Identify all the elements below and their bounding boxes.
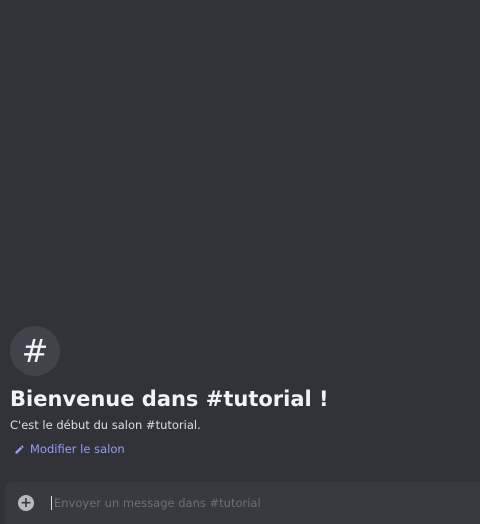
hash-icon: #	[10, 326, 60, 376]
channel-welcome: # Bienvenue dans #tutorial ! C'est le dé…	[10, 326, 470, 456]
pencil-icon	[15, 444, 24, 454]
edit-channel-link[interactable]: Modifier le salon	[14, 442, 470, 456]
plus-circle-icon[interactable]: +	[18, 495, 34, 511]
chat-area: # Bienvenue dans #tutorial ! C'est le dé…	[0, 0, 480, 524]
welcome-title: Bienvenue dans #tutorial !	[10, 387, 329, 411]
edit-channel-label: Modifier le salon	[30, 442, 125, 456]
message-input[interactable]	[51, 496, 434, 510]
welcome-description: C'est le début du salon #tutorial.	[10, 418, 201, 432]
message-composer: +	[5, 482, 480, 524]
